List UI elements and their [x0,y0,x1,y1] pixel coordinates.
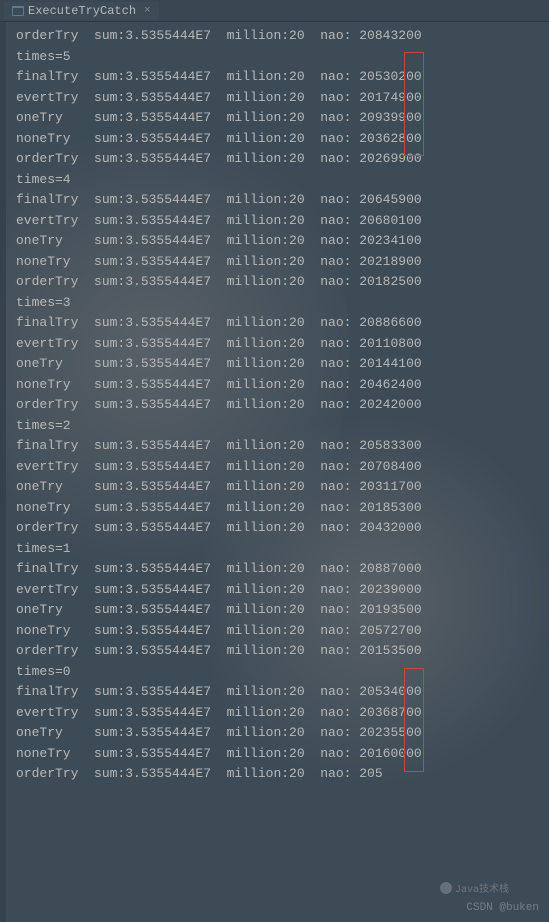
console-line: evertTry sum:3.5355444E7 million:20 nao:… [16,457,541,478]
console-line: oneTry sum:3.5355444E7 million:20 nao: 2… [16,108,541,129]
console-line: oneTry sum:3.5355444E7 million:20 nao: 2… [16,477,541,498]
console-line: oneTry sum:3.5355444E7 million:20 nao: 2… [16,231,541,252]
console-line: orderTry sum:3.5355444E7 million:20 nao:… [16,518,541,539]
console-line: evertTry sum:3.5355444E7 million:20 nao:… [16,88,541,109]
csdn-watermark: CSDN @buken [466,902,539,914]
console-line: orderTry sum:3.5355444E7 million:20 nao:… [16,764,541,785]
console-line: oneTry sum:3.5355444E7 million:20 nao: 2… [16,600,541,621]
console-line: evertTry sum:3.5355444E7 million:20 nao:… [16,211,541,232]
console-line: oneTry sum:3.5355444E7 million:20 nao: 2… [16,354,541,375]
console-line: finalTry sum:3.5355444E7 million:20 nao:… [16,190,541,211]
console-line: noneTry sum:3.5355444E7 million:20 nao: … [16,375,541,396]
console-line: evertTry sum:3.5355444E7 million:20 nao:… [16,703,541,724]
console-line: finalTry sum:3.5355444E7 million:20 nao:… [16,436,541,457]
run-config-icon [12,6,24,16]
console-line: times=1 [16,539,541,560]
console-line: noneTry sum:3.5355444E7 million:20 nao: … [16,252,541,273]
console-line: evertTry sum:3.5355444E7 million:20 nao:… [16,580,541,601]
console-line: orderTry sum:3.5355444E7 million:20 nao:… [16,272,541,293]
console-output[interactable]: orderTry sum:3.5355444E7 million:20 nao:… [0,22,549,789]
tab-title: ExecuteTryCatch [28,4,136,18]
console-line: finalTry sum:3.5355444E7 million:20 nao:… [16,67,541,88]
console-line: oneTry sum:3.5355444E7 million:20 nao: 2… [16,723,541,744]
console-line: orderTry sum:3.5355444E7 million:20 nao:… [16,641,541,662]
tab-executetrycatch[interactable]: ExecuteTryCatch × [4,2,159,20]
gutter [0,22,6,922]
console-line: finalTry sum:3.5355444E7 million:20 nao:… [16,313,541,334]
console-line: orderTry sum:3.5355444E7 million:20 nao:… [16,149,541,170]
close-icon[interactable]: × [144,5,151,17]
tab-bar: ExecuteTryCatch × [0,0,549,22]
console-line: times=3 [16,293,541,314]
console-line: noneTry sum:3.5355444E7 million:20 nao: … [16,621,541,642]
console-line: finalTry sum:3.5355444E7 million:20 nao:… [16,559,541,580]
console-line: noneTry sum:3.5355444E7 million:20 nao: … [16,129,541,150]
console-line: orderTry sum:3.5355444E7 million:20 nao:… [16,26,541,47]
console-line: times=4 [16,170,541,191]
wechat-icon [440,882,452,894]
console-line: times=0 [16,662,541,683]
console-line: finalTry sum:3.5355444E7 million:20 nao:… [16,682,541,703]
console-line: orderTry sum:3.5355444E7 million:20 nao:… [16,395,541,416]
console-line: noneTry sum:3.5355444E7 million:20 nao: … [16,744,541,765]
console-line: noneTry sum:3.5355444E7 million:20 nao: … [16,498,541,519]
console-line: evertTry sum:3.5355444E7 million:20 nao:… [16,334,541,355]
console-line: times=5 [16,47,541,68]
wechat-watermark: Java技术栈 [440,880,509,896]
console-line: times=2 [16,416,541,437]
